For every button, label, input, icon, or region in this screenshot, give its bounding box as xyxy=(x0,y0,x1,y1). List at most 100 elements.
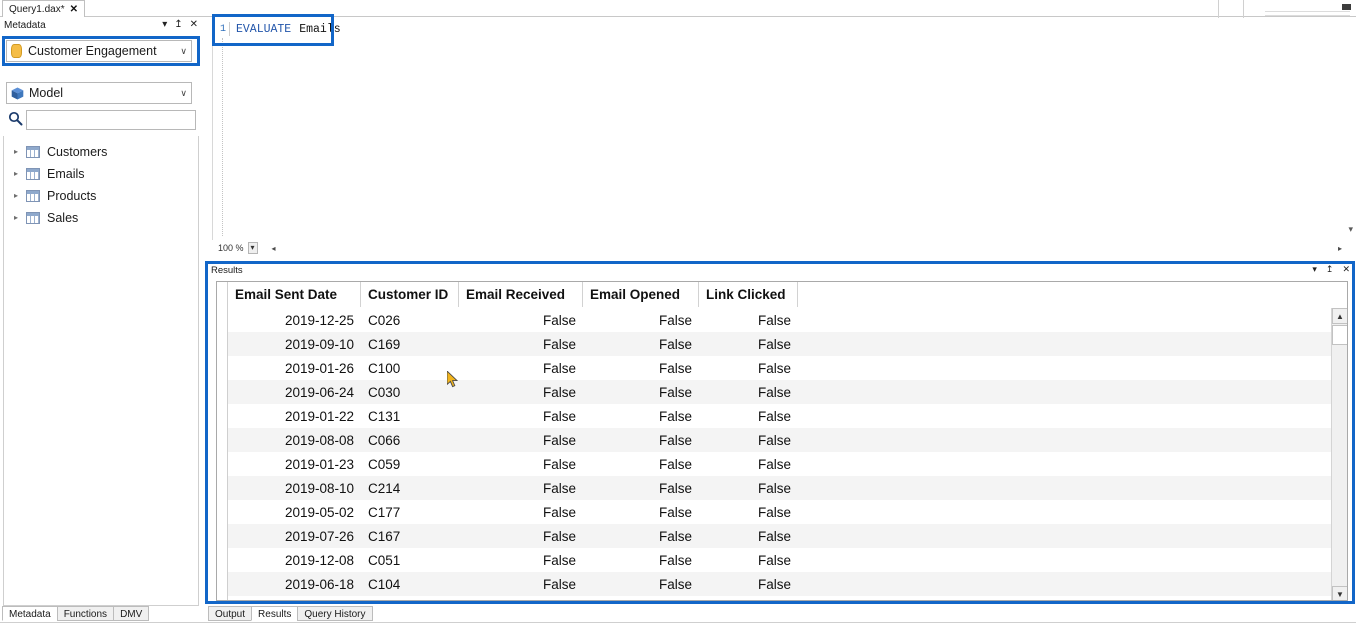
column-header[interactable]: Email Sent Date xyxy=(228,282,361,307)
table-cell[interactable]: False xyxy=(699,428,798,452)
table-cell[interactable]: False xyxy=(583,572,699,596)
chevron-down-icon[interactable]: ∨ xyxy=(176,46,187,57)
tab-results[interactable]: Results xyxy=(251,606,299,621)
results-grid[interactable]: Email Sent Date Customer ID Email Received… xyxy=(216,281,1348,601)
table-cell[interactable]: C104 xyxy=(361,572,459,596)
table-cell[interactable]: False xyxy=(583,380,699,404)
table-row[interactable]: 2019-06-24 C030 False False False xyxy=(228,380,1347,404)
chevron-right-icon[interactable]: ▸ xyxy=(14,213,26,223)
table-cell[interactable]: C214 xyxy=(361,476,459,500)
table-cell[interactable]: False xyxy=(459,452,583,476)
table-cell[interactable]: C167 xyxy=(361,524,459,548)
table-cell[interactable]: False xyxy=(699,356,798,380)
table-cell[interactable]: False xyxy=(699,500,798,524)
table-cell[interactable]: C177 xyxy=(361,500,459,524)
table-cell[interactable]: 2019-08-10 xyxy=(228,476,361,500)
table-row[interactable]: 2019-12-25 C026 False False False xyxy=(228,308,1347,332)
document-tab-query1[interactable]: Query1.dax* ✕ xyxy=(2,0,85,17)
chevron-right-icon[interactable]: ▸ xyxy=(14,147,26,157)
table-cell[interactable]: 2019-06-24 xyxy=(228,380,361,404)
table-cell[interactable]: False xyxy=(583,452,699,476)
table-row[interactable]: 2019-08-10 C214 False False False xyxy=(228,476,1347,500)
table-cell[interactable]: C026 xyxy=(361,308,459,332)
table-cell[interactable]: False xyxy=(699,548,798,572)
tab-query-history[interactable]: Query History xyxy=(297,606,373,621)
scroll-left-icon[interactable]: ◂ xyxy=(272,244,276,253)
table-cell[interactable]: False xyxy=(459,356,583,380)
column-header[interactable]: Email Received xyxy=(459,282,583,307)
table-cell[interactable]: False xyxy=(459,476,583,500)
table-cell[interactable]: False xyxy=(699,524,798,548)
hscroll-track-top[interactable] xyxy=(1265,11,1350,12)
table-cell[interactable]: 2019-12-08 xyxy=(228,548,361,572)
results-vertical-scrollbar[interactable]: ▲ ▼ xyxy=(1331,308,1347,600)
table-cell[interactable]: 2019-08-08 xyxy=(228,428,361,452)
tab-metadata[interactable]: Metadata xyxy=(2,606,58,621)
table-cell[interactable]: C051 xyxy=(361,548,459,572)
metadata-tree[interactable]: ▸ Customers ▸ Emails ▸ Products ▸ Sales xyxy=(3,136,199,606)
chevron-right-icon[interactable]: ▸ xyxy=(14,169,26,179)
zoom-level[interactable]: 100 % xyxy=(218,243,244,253)
tree-item-products[interactable]: ▸ Products xyxy=(4,185,198,207)
table-cell[interactable]: False xyxy=(459,572,583,596)
table-row[interactable]: 2019-09-10 C169 False False False xyxy=(228,332,1347,356)
table-cell[interactable]: 2019-01-26 xyxy=(228,356,361,380)
table-cell[interactable]: False xyxy=(459,380,583,404)
table-row[interactable]: 2019-08-08 C066 False False False xyxy=(228,428,1347,452)
table-row[interactable]: 2019-01-23 C059 False False False xyxy=(228,452,1347,476)
editor-surface[interactable] xyxy=(208,18,1356,240)
column-header[interactable]: Link Clicked xyxy=(699,282,798,307)
pin-icon[interactable]: ↥ xyxy=(1326,264,1334,275)
results-grid-body[interactable]: 2019-12-25 C026 False False False 2019-09-10 C… xyxy=(228,308,1347,600)
table-cell[interactable]: False xyxy=(583,428,699,452)
pin-icon[interactable]: ↥ xyxy=(174,19,182,31)
chevron-down-icon[interactable]: ∨ xyxy=(176,88,187,99)
table-row[interactable]: 2019-07-26 C167 False False False xyxy=(228,524,1347,548)
table-cell[interactable]: False xyxy=(459,428,583,452)
table-cell[interactable]: False xyxy=(583,500,699,524)
table-cell[interactable]: False xyxy=(583,356,699,380)
table-cell[interactable]: False xyxy=(699,404,798,428)
column-header[interactable]: Customer ID xyxy=(361,282,459,307)
table-row[interactable]: 2019-12-08 C051 False False False xyxy=(228,548,1347,572)
table-cell[interactable]: False xyxy=(699,332,798,356)
search-icon[interactable] xyxy=(4,111,26,129)
chevron-down-icon[interactable]: ▾ xyxy=(1348,224,1353,234)
table-cell[interactable]: 2019-07-26 xyxy=(228,524,361,548)
chevron-down-icon[interactable]: ▾ xyxy=(162,19,167,31)
table-cell[interactable]: C059 xyxy=(361,452,459,476)
scroll-down-icon[interactable]: ▼ xyxy=(1332,586,1347,600)
table-cell[interactable]: False xyxy=(583,524,699,548)
hscroll-track-top-2[interactable] xyxy=(1265,15,1350,16)
table-cell[interactable]: 2019-01-23 xyxy=(228,452,361,476)
table-cell[interactable]: False xyxy=(699,476,798,500)
table-cell[interactable]: False xyxy=(699,380,798,404)
search-input[interactable] xyxy=(26,110,196,130)
table-cell[interactable]: 2019-12-25 xyxy=(228,308,361,332)
hscroll-thumb-icon[interactable] xyxy=(1342,4,1351,10)
chevron-down-icon[interactable]: ▾ xyxy=(247,242,258,254)
chevron-right-icon[interactable]: ▸ xyxy=(14,191,26,201)
table-cell[interactable]: False xyxy=(459,404,583,428)
table-cell[interactable]: False xyxy=(583,332,699,356)
table-cell[interactable]: C100 xyxy=(361,356,459,380)
table-cell[interactable]: C169 xyxy=(361,332,459,356)
table-cell[interactable]: C131 xyxy=(361,404,459,428)
table-row[interactable]: 2019-06-18 C104 False False False xyxy=(228,572,1347,596)
table-cell[interactable]: False xyxy=(459,500,583,524)
scroll-up-icon[interactable]: ▲ xyxy=(1332,308,1347,324)
table-cell[interactable]: C030 xyxy=(361,380,459,404)
model-select[interactable]: Model ∨ xyxy=(6,82,192,104)
chevron-down-icon[interactable]: ▾ xyxy=(1312,264,1317,275)
table-cell[interactable]: 2019-05-02 xyxy=(228,500,361,524)
close-icon[interactable]: ✕ xyxy=(70,2,78,17)
table-cell[interactable]: False xyxy=(699,572,798,596)
table-cell[interactable]: 2019-06-18 xyxy=(228,572,361,596)
tree-item-sales[interactable]: ▸ Sales xyxy=(4,207,198,229)
table-cell[interactable]: False xyxy=(583,404,699,428)
table-row[interactable]: 2019-01-26 C100 False False False xyxy=(228,356,1347,380)
table-cell[interactable]: 2019-09-10 xyxy=(228,332,361,356)
table-row[interactable]: 2019-01-22 C131 False False False xyxy=(228,404,1347,428)
table-cell[interactable]: False xyxy=(459,524,583,548)
table-cell[interactable]: False xyxy=(699,308,798,332)
